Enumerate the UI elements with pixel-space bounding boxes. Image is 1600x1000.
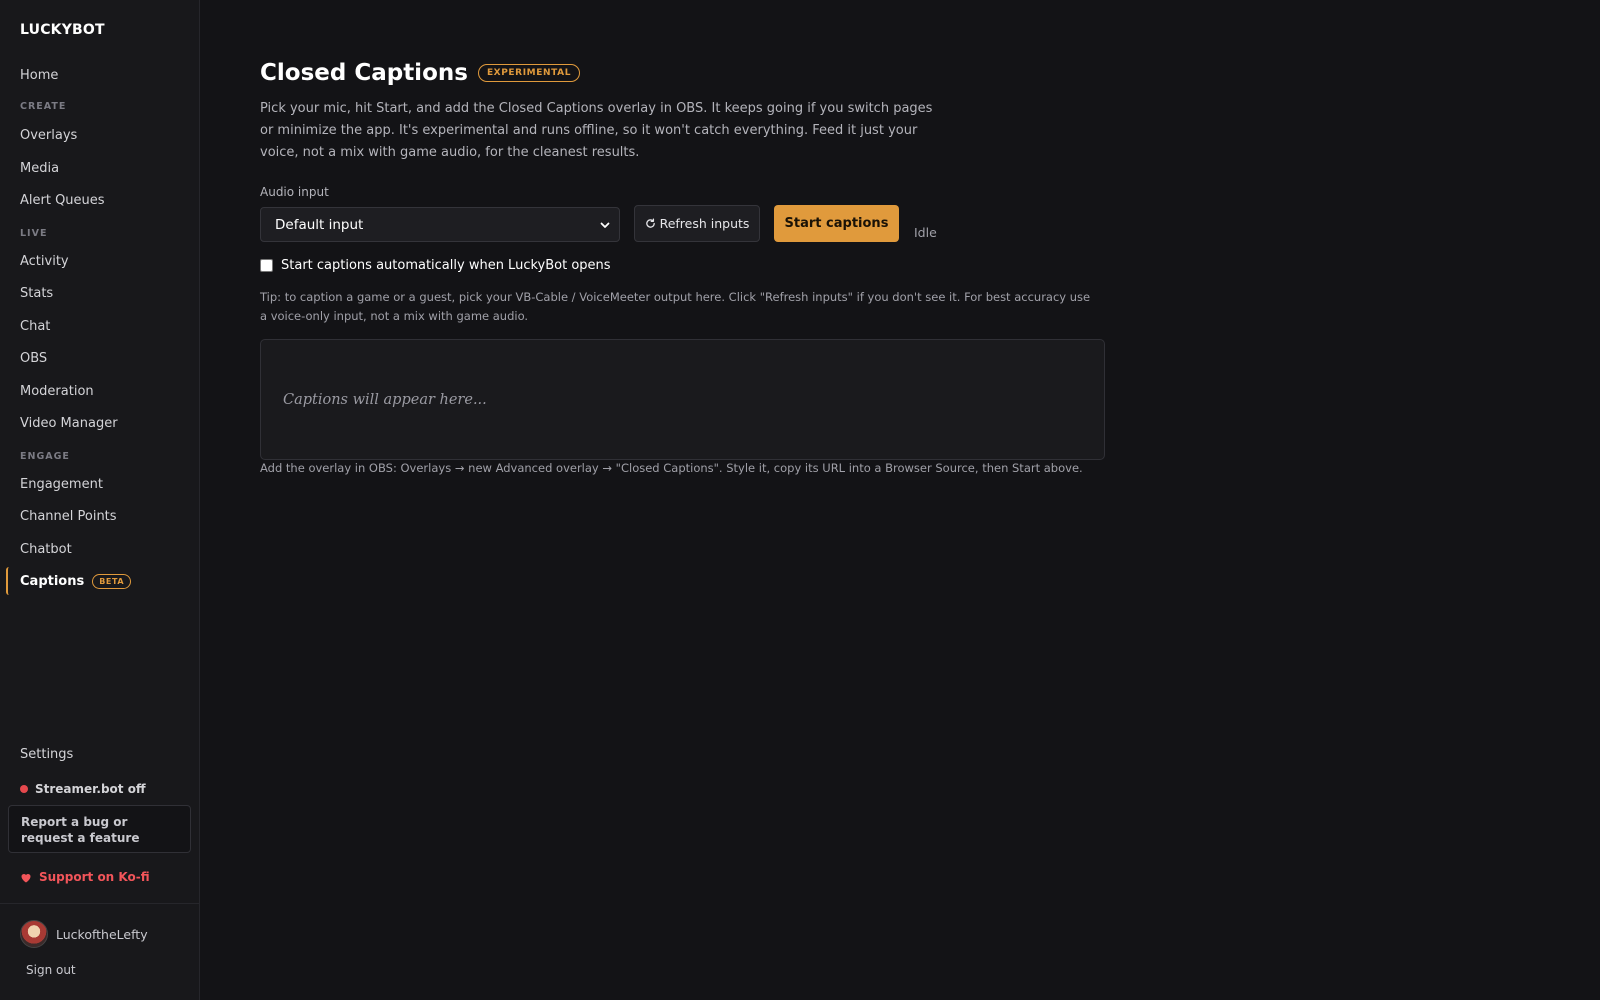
sidebar-item-channel-points[interactable]: Channel Points <box>6 502 193 530</box>
sign-out-link[interactable]: Sign out <box>26 963 76 977</box>
heart-icon <box>21 873 31 882</box>
sidebar-item-engagement[interactable]: Engagement <box>6 470 193 498</box>
sidebar-item-moderation[interactable]: Moderation <box>6 377 193 405</box>
caption-preview-box: Captions will appear here... <box>260 339 1105 460</box>
avatar <box>20 920 48 948</box>
page-title: Closed Captions <box>260 60 468 86</box>
refresh-inputs-label: Refresh inputs <box>659 216 750 231</box>
sidebar-item-activity[interactable]: Activity <box>6 247 193 275</box>
brand-logo: LUCKYBOT <box>20 22 105 38</box>
refresh-icon <box>645 218 655 228</box>
streamer-bot-status-label: Streamer.bot off <box>35 782 146 796</box>
kofi-link[interactable]: Support on Ko-fi <box>20 870 150 884</box>
report-bug-button[interactable]: Report a bug or request a feature <box>8 805 191 853</box>
refresh-inputs-button[interactable]: Refresh inputs <box>634 205 760 242</box>
auto-start-checkbox[interactable] <box>260 259 273 272</box>
user-profile[interactable]: LuckoftheLefty <box>20 920 148 948</box>
main-content: Closed Captions EXPERIMENTAL Pick your m… <box>200 0 1600 1000</box>
captions-status: Idle <box>914 225 937 240</box>
nav-section-create: CREATE <box>20 101 67 112</box>
nav-section-live: LIVE <box>20 228 48 239</box>
streamer-bot-status: Streamer.bot off <box>20 782 146 796</box>
kofi-label: Support on Ko-fi <box>39 870 150 884</box>
sidebar-item-stats[interactable]: Stats <box>6 279 193 307</box>
username: LuckoftheLefty <box>56 926 148 942</box>
start-captions-button[interactable]: Start captions <box>774 205 899 242</box>
tip-text: Tip: to caption a game or a guest, pick … <box>260 290 1091 323</box>
beta-badge: BETA <box>92 573 132 589</box>
overlay-hint: Add the overlay in OBS: Overlays → new A… <box>260 461 1083 475</box>
sidebar-item-captions[interactable]: Captions BETA <box>6 567 193 595</box>
chevron-down-icon <box>600 222 610 228</box>
sidebar-item-media[interactable]: Media <box>6 154 193 182</box>
sidebar-item-video-manager[interactable]: Video Manager <box>6 409 193 437</box>
page-description: Pick your mic, hit Start, and add the Cl… <box>260 101 933 160</box>
sidebar-item-alert-queues[interactable]: Alert Queues <box>6 186 193 214</box>
audio-input-value: Default input <box>275 216 364 233</box>
sidebar-item-overlays[interactable]: Overlays <box>6 121 193 149</box>
nav-section-engage: ENGAGE <box>20 451 70 462</box>
audio-input-label: Audio input <box>260 185 329 199</box>
sidebar-divider <box>0 903 199 904</box>
experimental-badge: EXPERIMENTAL <box>477 64 581 82</box>
sidebar-item-chat[interactable]: Chat <box>6 312 193 340</box>
status-dot-icon <box>20 785 28 793</box>
title-row: Closed Captions EXPERIMENTAL <box>260 60 581 86</box>
caption-placeholder: Captions will appear here... <box>283 391 487 408</box>
auto-start-label[interactable]: Start captions automatically when LuckyB… <box>281 258 611 273</box>
sidebar-item-chatbot[interactable]: Chatbot <box>6 535 193 563</box>
audio-input-select[interactable]: Default input <box>260 207 620 242</box>
sidebar-item-obs[interactable]: OBS <box>6 344 193 372</box>
auto-start-row: Start captions automatically when LuckyB… <box>260 258 611 273</box>
sidebar: LUCKYBOT Home CREATE Overlays Media Aler… <box>0 0 200 1000</box>
sidebar-item-label: Captions <box>20 573 85 589</box>
sidebar-item-settings[interactable]: Settings <box>6 740 193 768</box>
sidebar-item-home[interactable]: Home <box>6 61 193 89</box>
